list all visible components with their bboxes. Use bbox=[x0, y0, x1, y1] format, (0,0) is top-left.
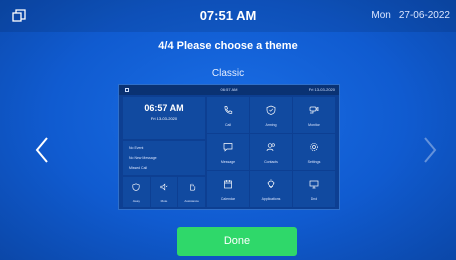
preview-tile-calendar: Calendar bbox=[207, 171, 249, 207]
shield-icon bbox=[132, 183, 140, 191]
hand-icon bbox=[189, 183, 195, 191]
previous-theme-icon[interactable] bbox=[34, 136, 50, 164]
preview-tile-label: Contacts bbox=[264, 160, 278, 164]
phone-icon bbox=[224, 106, 233, 114]
contacts-icon bbox=[266, 143, 275, 152]
preview-status-bar: 06:57 AM Fri 13-03-2020 bbox=[119, 85, 339, 95]
camera-icon bbox=[309, 106, 319, 114]
message-icon bbox=[223, 143, 233, 152]
preview-notification-line: No New Message bbox=[129, 156, 157, 160]
preview-quick-action: Away bbox=[123, 177, 150, 207]
calendar-icon bbox=[224, 180, 232, 189]
theme-preview[interactable]: 06:57 AM Fri 13-03-2020 06:57 AM Fri 13-… bbox=[118, 84, 340, 210]
preview-tile-label: Dnd bbox=[310, 197, 318, 201]
preview-quick-action-label: Mute bbox=[160, 199, 168, 203]
preview-tile-label: Settings bbox=[307, 160, 321, 164]
preview-clock-time: 06:57 AM bbox=[144, 103, 184, 113]
preview-tile-label: Applications bbox=[261, 197, 281, 201]
preview-clock-panel: 06:57 AM Fri 13-03-2020 bbox=[123, 97, 205, 139]
preview-tile-label: Call bbox=[224, 123, 232, 127]
status-day: Mon bbox=[371, 10, 391, 21]
preview-status-time: 06:57 AM bbox=[220, 87, 238, 92]
preview-tile-applications: Applications bbox=[250, 171, 292, 207]
preview-tile-label: Monitor bbox=[308, 123, 320, 127]
preview-tile-message: Message bbox=[207, 134, 249, 170]
status-bar: 07:51 AM Mon 27-06-2022 bbox=[0, 0, 456, 32]
theme-setup-screen: 07:51 AM Mon 27-06-2022 4/4 Please choose… bbox=[0, 0, 456, 260]
shield-icon bbox=[266, 105, 276, 115]
preview-quick-action: Mute bbox=[150, 177, 178, 207]
preview-quick-action-label: Away bbox=[132, 199, 140, 203]
status-date: Mon 27-06-2022 bbox=[363, 10, 450, 21]
preview-quick-action-label: Assistance bbox=[184, 199, 199, 203]
page-title: 4/4 Please choose a theme bbox=[158, 40, 298, 52]
preview-notification-line: Missed Call bbox=[129, 166, 148, 170]
theme-name: Classic bbox=[211, 68, 245, 79]
gear-icon bbox=[310, 143, 318, 151]
lightbulb-icon bbox=[267, 179, 275, 189]
preview-tile-call: Call bbox=[207, 97, 249, 133]
preview-app-grid: Call Arming Monitor Message Contacts Set… bbox=[207, 97, 335, 207]
status-date-value: 27-06-2022 bbox=[398, 10, 450, 21]
preview-clock-date: Fri 13-03-2020 bbox=[150, 116, 178, 121]
preview-notifications-panel: No Event No New Message Missed Call bbox=[123, 141, 205, 175]
preview-notification-line: No Event bbox=[129, 146, 144, 150]
preview-tile-label: Calendar bbox=[220, 197, 236, 201]
preview-tile-contacts: Contacts bbox=[250, 134, 292, 170]
next-theme-icon[interactable] bbox=[422, 136, 438, 164]
preview-quick-actions: Away Mute Assistance bbox=[123, 177, 206, 207]
speaker-icon bbox=[160, 183, 168, 191]
preview-tile-label: Message bbox=[220, 160, 236, 164]
preview-tile-dnd: Dnd bbox=[293, 171, 335, 207]
preview-status-date: Fri 13-03-2020 bbox=[308, 87, 335, 92]
preview-tile-settings: Settings bbox=[293, 134, 335, 170]
done-button[interactable]: Done bbox=[177, 227, 297, 256]
preview-quick-action: Assistance bbox=[178, 177, 206, 207]
monitor-icon bbox=[309, 180, 319, 189]
preview-tile-label: Arming bbox=[265, 123, 277, 127]
preview-tile-arming: Arming bbox=[250, 97, 292, 133]
preview-tile-monitor: Monitor bbox=[293, 97, 335, 133]
